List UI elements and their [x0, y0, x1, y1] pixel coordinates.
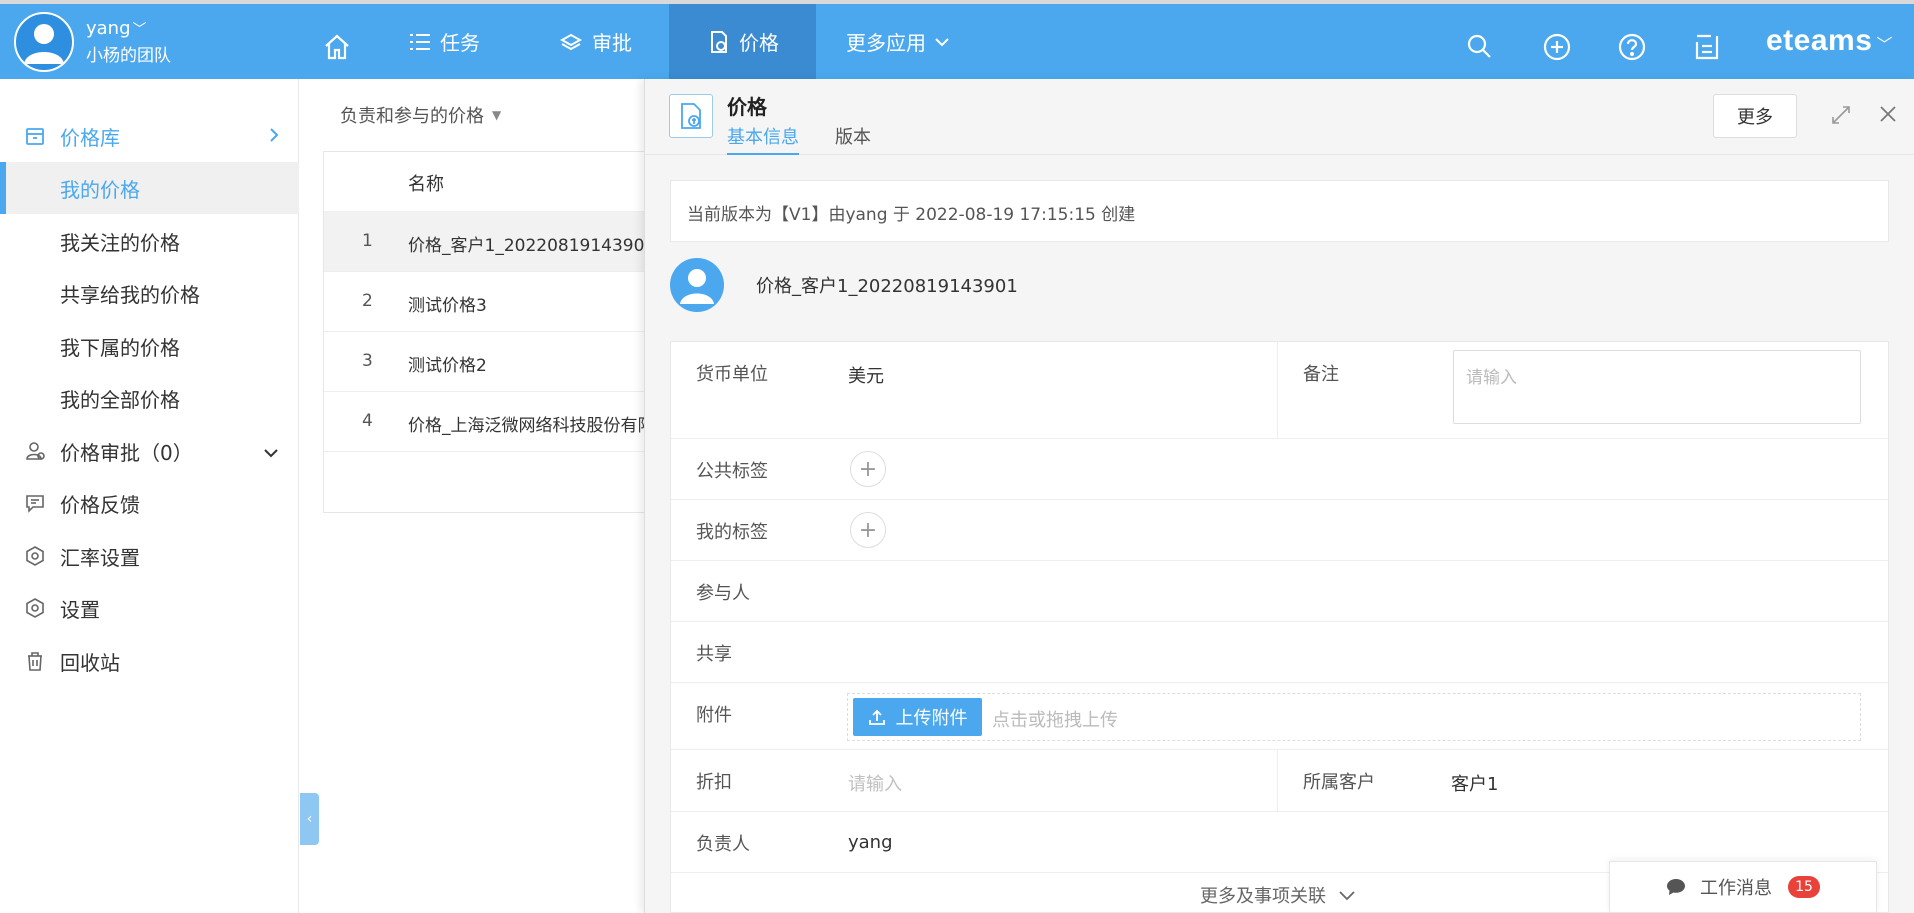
trash-icon	[28, 652, 42, 671]
close-icon[interactable]	[1877, 103, 1899, 129]
tab-basic-info[interactable]: 基本信息	[727, 123, 799, 155]
form-row-participants[interactable]: 参与人	[671, 561, 1888, 622]
version-note: 当前版本为【V1】由yang 于 2022-08-19 17:15:15 创建	[670, 180, 1889, 242]
nav-tab-tasks[interactable]: 任务	[410, 4, 480, 79]
price-doc-icon	[711, 30, 727, 53]
caret-down-icon: ▼	[492, 108, 502, 122]
sidebar-item-my-prices[interactable]: 我的价格	[0, 162, 299, 214]
tab-version[interactable]: 版本	[835, 123, 871, 155]
sidebar-item-settings[interactable]: 设置	[0, 582, 299, 634]
user-switcher[interactable]: yang ﹀ 小杨的团队	[14, 12, 171, 72]
form-row-share[interactable]: 共享	[671, 622, 1888, 683]
team-name: 小杨的团队	[86, 45, 171, 66]
chevron-down-icon	[1339, 890, 1355, 900]
chevron-down-icon[interactable]: ﹀	[133, 22, 147, 38]
list-icon	[410, 33, 430, 50]
form-row-attachment: 附件 上传附件 点击或拖拽上传	[671, 683, 1888, 750]
left-sidebar: 价格库 我的价格 我关注的价格 共享给我的价格 我下属的价格 我的全部价格 价格…	[0, 79, 299, 913]
table-row[interactable]: 1 价格_客户1_20220819143901	[324, 212, 644, 272]
home-icon[interactable]	[322, 32, 354, 64]
nav-tab-approval[interactable]: 审批	[560, 4, 632, 79]
sidebar-item-exchange-rate[interactable]: 汇率设置	[0, 530, 299, 582]
chevron-down-icon	[935, 37, 949, 46]
sidebar-item-followed-prices[interactable]: 我关注的价格	[0, 215, 299, 267]
unread-count-badge: 15	[1788, 876, 1820, 898]
user-avatar[interactable]	[14, 12, 74, 72]
chevron-right-icon	[269, 124, 279, 148]
panel-header: 价格 基本信息 版本 更多	[645, 79, 1914, 155]
price-doc-icon	[669, 94, 713, 138]
panel-title: 价格	[727, 95, 767, 119]
chevron-down-icon	[263, 439, 279, 463]
notes-icon[interactable]	[1693, 32, 1725, 64]
list-filter-dropdown[interactable]: 负责和参与的价格 ▼	[340, 102, 501, 128]
more-relations-toggle[interactable]: 更多及事项关联	[1200, 882, 1356, 908]
hexagon-icon	[26, 546, 44, 566]
box-icon	[26, 128, 44, 145]
form-row-my-tags: 我的标签 +	[671, 500, 1888, 561]
add-my-tag-button[interactable]: +	[850, 512, 886, 548]
chevron-left-icon: ‹	[306, 811, 313, 827]
upload-icon	[868, 709, 885, 725]
sidebar-item-subordinate-prices[interactable]: 我下属的价格	[0, 320, 299, 372]
upload-dropzone[interactable]: 上传附件 点击或拖拽上传	[847, 693, 1861, 741]
form-row-public-tags: 公共标签 +	[671, 439, 1888, 500]
price-list-table: 名称 1 价格_客户1_20220819143901 2 测试价格3 3 测试价…	[323, 151, 645, 513]
expand-icon[interactable]	[1831, 105, 1851, 129]
discount-input[interactable]: 请输入	[848, 770, 902, 796]
approval-icon	[26, 442, 45, 460]
sidebar-item-all-prices[interactable]: 我的全部价格	[0, 372, 299, 424]
chat-bubble-icon	[1667, 879, 1685, 895]
record-name: 价格_客户1_20220819143901	[756, 276, 1018, 297]
sidebar-item-recycle-bin[interactable]: 回收站	[0, 635, 299, 687]
form-row-currency: 货币单位 美元 备注 请输入	[671, 342, 1888, 439]
price-detail-panel: 价格 基本信息 版本 更多 当前版本为【V1】由yang 于 2022-08-1…	[644, 79, 1914, 913]
brand-logo[interactable]: eteams ﹀	[1766, 24, 1893, 58]
add-icon[interactable]	[1542, 32, 1574, 64]
sidebar-collapse-handle[interactable]: ‹	[300, 793, 319, 845]
sidebar-item-price-feedback[interactable]: 价格反馈	[0, 477, 299, 529]
more-button[interactable]: 更多	[1713, 94, 1797, 138]
settings-icon	[26, 598, 44, 618]
record-owner: 价格_客户1_20220819143901	[670, 257, 1018, 313]
table-header: 名称	[324, 152, 644, 212]
nav-tab-price[interactable]: 价格	[669, 4, 816, 79]
customer-value[interactable]: 客户1	[1451, 770, 1498, 796]
column-header-name[interactable]: 名称	[408, 170, 444, 196]
layers-icon	[560, 33, 582, 50]
form-row-discount: 折扣 请输入 所属客户 客户1	[671, 750, 1888, 812]
owner-value[interactable]: yang	[848, 832, 893, 853]
currency-value[interactable]: 美元	[848, 362, 884, 388]
work-messages-button[interactable]: 工作消息 15	[1609, 861, 1877, 913]
help-icon[interactable]	[1617, 32, 1649, 64]
upload-button[interactable]: 上传附件	[853, 698, 982, 736]
table-row[interactable]: 3 测试价格2	[324, 332, 644, 392]
top-nav-bar: yang ﹀ 小杨的团队 任务 审批 价格 更多应用 eteams ﹀	[0, 0, 1914, 79]
table-row[interactable]: 4 价格_上海泛微网络科技股份有限公司	[324, 392, 644, 452]
search-icon[interactable]	[1465, 32, 1497, 64]
sidebar-item-price-library[interactable]: 价格库	[0, 110, 299, 162]
nav-more-apps[interactable]: 更多应用	[846, 4, 960, 79]
sidebar-item-shared-prices[interactable]: 共享给我的价格	[0, 267, 299, 319]
avatar[interactable]	[670, 258, 724, 312]
user-name[interactable]: yang	[86, 18, 131, 39]
sidebar-item-price-approval[interactable]: 价格审批（0）	[0, 425, 299, 477]
chevron-down-icon: ﹀	[1876, 37, 1893, 54]
remark-textarea[interactable]: 请输入	[1453, 350, 1861, 424]
basic-info-form: 货币单位 美元 备注 请输入 公共标签 + 我的标签 + 参与人 共享 附件 上…	[670, 341, 1889, 913]
table-row[interactable]: 2 测试价格3	[324, 272, 644, 332]
feedback-icon	[26, 495, 44, 513]
add-public-tag-button[interactable]: +	[850, 451, 886, 487]
